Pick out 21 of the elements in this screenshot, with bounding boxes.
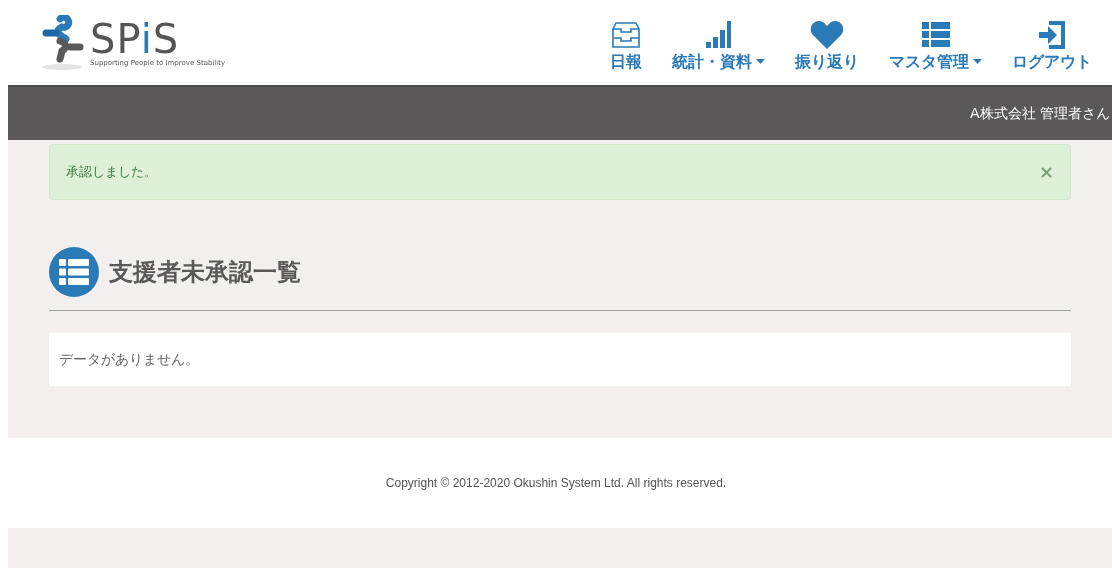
signal-bars-icon [703,19,734,50]
tray-icon [611,19,641,50]
caret-icon [756,59,765,64]
nav-link[interactable]: マスタ管理 [889,19,982,74]
heart-icon [810,19,844,50]
list-icon [920,19,951,50]
copyright-text: Copyright © 2012-2020 Okushin System Ltd. All rights reserved. [385,475,727,492]
alert-message: 承認しました。 [66,163,157,182]
list-circle-icon [49,247,99,297]
logo-wordmark: SPiS [90,18,180,59]
nav-link[interactable]: 統計・資料 [672,19,765,74]
nav-link[interactable]: 振り返り [795,19,859,74]
nav-link[interactable]: ログアウト [1012,19,1092,74]
nav-link[interactable]: 日報 [610,19,642,74]
logo-mark-icon [40,14,86,71]
login-icon [1037,19,1067,50]
empty-message: データがありません。 [59,350,199,369]
page-title: 支援者未承認一覧 [109,257,301,288]
user-name: A株式会社 管理者さん [969,104,1110,123]
close-button[interactable]: × [1038,163,1054,181]
caret-icon [973,59,982,64]
